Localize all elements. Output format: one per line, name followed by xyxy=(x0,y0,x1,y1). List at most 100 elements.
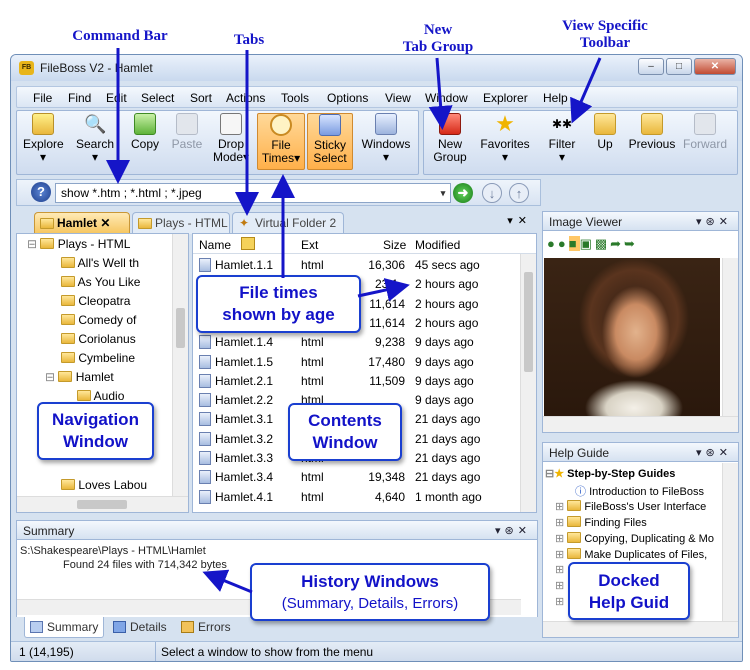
menu-file[interactable]: File xyxy=(33,91,52,105)
pane-controls[interactable]: ▾⊛✕ xyxy=(495,524,531,537)
forward-button[interactable]: Forward xyxy=(680,113,730,151)
command-toolbar: Explore ▾ 🔍 Search ▾ Copy Paste Drop Mode▾ … xyxy=(16,110,419,175)
tree-item[interactable]: Cymbeline xyxy=(61,351,135,365)
folder-icon xyxy=(567,516,582,527)
menu-view[interactable]: View xyxy=(385,91,411,105)
paste-button[interactable]: Paste xyxy=(169,113,205,151)
previous-folder-icon xyxy=(641,113,663,135)
file-name: Hamlet.3.1 xyxy=(215,412,274,427)
html-file-icon xyxy=(199,335,211,350)
help-hscrollbar[interactable] xyxy=(543,621,738,637)
folder-icon xyxy=(58,371,73,382)
menu-help[interactable]: Help xyxy=(543,91,568,105)
help-item[interactable]: ⊞ xyxy=(555,595,564,608)
file-row[interactable]: Hamlet.1.1 html 16,306 45 secs ago xyxy=(193,255,515,274)
nav-hscrollbar[interactable] xyxy=(17,496,188,512)
help-item[interactable]: ⊞ Finding Files xyxy=(555,515,647,529)
file-row[interactable]: Hamlet.1.4 html 9,238 9 days ago xyxy=(193,332,515,351)
help-item[interactable]: ⓘ Introduction to FileBoss xyxy=(575,483,704,499)
filter-button[interactable]: ✱✱ Filter ▾ xyxy=(540,113,584,164)
menu-select[interactable]: Select xyxy=(141,91,174,105)
folder-icon xyxy=(40,218,54,229)
tree-item[interactable]: As You Like xyxy=(61,275,140,289)
file-times-button[interactable]: File Times▾ xyxy=(257,113,305,170)
pane-controls[interactable]: ▾⊛✕ xyxy=(696,215,732,228)
down-arrow-icon[interactable]: ↓ xyxy=(482,183,502,203)
new-group-button[interactable]: New Group xyxy=(430,113,470,164)
menu-sort[interactable]: Sort xyxy=(190,91,212,105)
menu-tools[interactable]: Tools xyxy=(281,91,309,105)
nav-scrollbar[interactable] xyxy=(172,234,188,496)
tab-errors[interactable]: Errors xyxy=(176,617,240,638)
help-scrollbar[interactable] xyxy=(722,463,738,621)
html-file-icon xyxy=(199,373,211,388)
file-row[interactable]: Hamlet.3.4 html 19,348 21 days ago xyxy=(193,467,515,486)
pane-controls[interactable]: ▾⊛✕ xyxy=(696,446,732,459)
tree-item[interactable]: ⊟ Hamlet xyxy=(45,370,114,384)
help-item[interactable]: ⊞ xyxy=(555,579,564,592)
previous-button[interactable]: Previous xyxy=(626,113,678,151)
maximize-button[interactable]: □ xyxy=(666,58,692,75)
up-arrow-icon[interactable]: ↑ xyxy=(509,183,529,203)
tab-details[interactable]: Details xyxy=(108,617,172,638)
menu-find[interactable]: Find xyxy=(68,91,91,105)
forward-folder-icon xyxy=(694,113,716,135)
command-input[interactable]: show *.htm ; *.html ; *.jpeg xyxy=(55,183,451,203)
app-icon: FB xyxy=(19,61,34,75)
column-chooser-icon[interactable] xyxy=(241,237,255,250)
menu-options[interactable]: Options xyxy=(327,91,368,105)
copy-button[interactable]: Copy xyxy=(127,113,163,151)
dropdown-icon[interactable]: ▾ xyxy=(436,184,450,202)
help-item[interactable]: ⊟★ Step-by-Step Guides xyxy=(545,467,675,480)
help-item[interactable]: ⊞ Make Duplicates of Files, xyxy=(555,547,707,561)
image-hscrollbar[interactable] xyxy=(543,416,738,432)
help-item[interactable]: ⊞ xyxy=(555,563,564,576)
sticky-select-button[interactable]: Sticky Select xyxy=(307,113,353,170)
menu-edit[interactable]: Edit xyxy=(106,91,127,105)
help-icon[interactable]: ? xyxy=(31,182,51,202)
search-button[interactable]: 🔍 Search ▾ xyxy=(73,113,117,164)
tree-item[interactable]: Cleopatra xyxy=(61,294,130,308)
windows-button[interactable]: Windows ▾ xyxy=(359,113,413,164)
file-row[interactable]: Hamlet.2.1 html 11,509 9 days ago xyxy=(193,371,515,390)
tab-controls[interactable]: ▾✕ xyxy=(507,214,532,227)
windows-icon xyxy=(375,113,397,135)
explore-button[interactable]: Explore ▾ xyxy=(23,113,64,164)
col-ext[interactable]: Ext xyxy=(301,238,318,252)
close-button[interactable]: ✕ xyxy=(694,58,736,75)
file-modified: 9 days ago xyxy=(415,373,474,388)
file-row[interactable]: Hamlet.1.5 html 17,480 9 days ago xyxy=(193,352,515,371)
favorites-button[interactable]: ★ Favorites ▾ xyxy=(476,113,534,164)
tree-item[interactable]: Audio xyxy=(77,389,124,403)
tree-item[interactable]: Loves Labou xyxy=(61,478,147,492)
tab-summary[interactable]: Summary xyxy=(24,617,104,638)
tab-virtual-folder[interactable]: ✦ Virtual Folder 2 xyxy=(232,212,344,234)
tree-item[interactable]: All's Well th xyxy=(61,256,139,270)
col-modified[interactable]: Modified xyxy=(415,238,460,252)
file-row[interactable]: Hamlet.4.1 html 4,640 1 month ago xyxy=(193,487,515,506)
up-button[interactable]: Up xyxy=(590,113,620,151)
tree-item[interactable]: Comedy of xyxy=(61,313,136,327)
summary-title: Summary xyxy=(23,524,75,538)
tree-item[interactable]: Coriolanus xyxy=(61,332,136,346)
file-size: 16,306 xyxy=(368,258,405,272)
menu-explorer[interactable]: Explorer xyxy=(483,91,528,105)
close-tab-icon[interactable]: ✕ xyxy=(100,216,110,230)
col-name[interactable]: Name xyxy=(199,238,231,252)
tab-plays-html[interactable]: Plays - HTML xyxy=(132,212,230,234)
go-icon[interactable]: ➜ xyxy=(453,183,473,203)
image-scrollbar[interactable] xyxy=(722,258,738,416)
col-size[interactable]: Size xyxy=(383,238,406,252)
html-file-icon xyxy=(199,451,211,465)
drop-mode-button[interactable]: Drop Mode▾ xyxy=(212,113,250,164)
tab-hamlet[interactable]: Hamlet ✕ xyxy=(34,212,130,234)
help-item[interactable]: ⊞ FileBoss's User Interface xyxy=(555,499,706,513)
paste-label: Paste xyxy=(171,137,203,151)
help-item[interactable]: ⊞ Copying, Duplicating & Mo xyxy=(555,531,714,545)
minimize-button[interactable]: – xyxy=(638,58,664,75)
contents-scrollbar[interactable] xyxy=(520,254,536,512)
menu-actions[interactable]: Actions xyxy=(226,91,265,105)
menu-window[interactable]: Window xyxy=(425,91,468,105)
image-toolbar[interactable]: ●●■▣▩➦➥ xyxy=(547,236,638,256)
tree-item[interactable]: ⊟ Plays - HTML xyxy=(27,237,130,251)
